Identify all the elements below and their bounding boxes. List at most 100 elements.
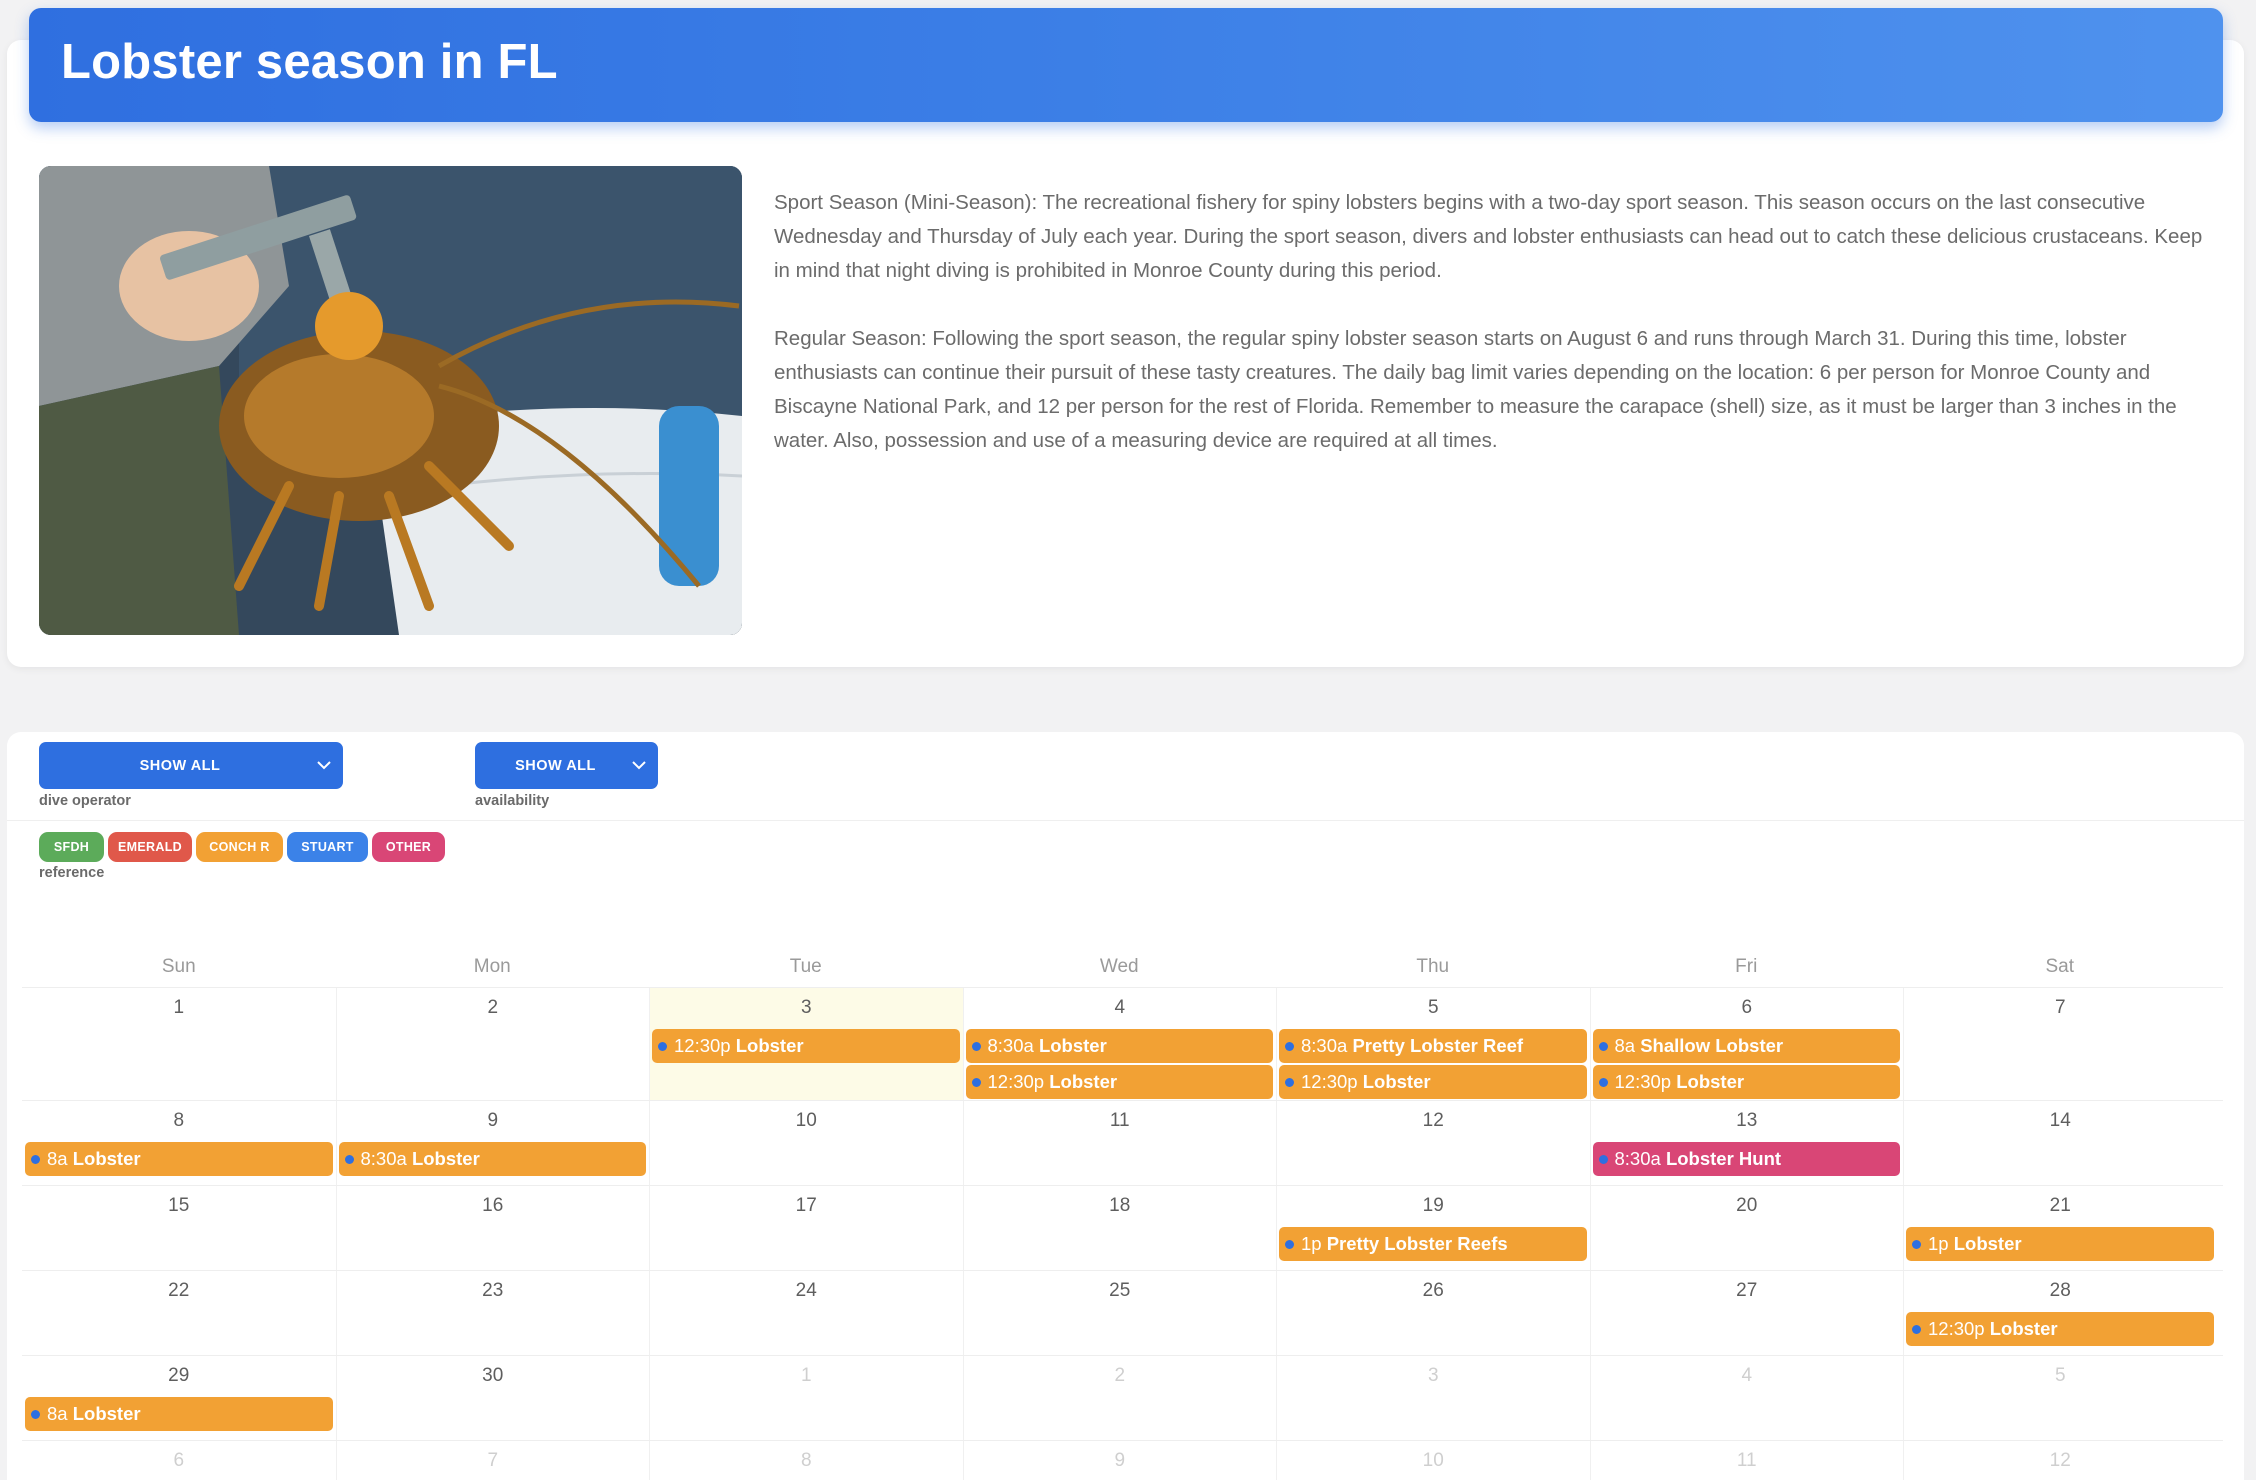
chevron-down-icon xyxy=(317,761,331,770)
day-cell[interactable]: 26 xyxy=(1276,1271,1590,1356)
event-title: Lobster xyxy=(1038,1035,1107,1056)
calendar-event[interactable]: 1p Pretty Lobster Reefs xyxy=(1279,1227,1587,1261)
day-cell[interactable]: 11 xyxy=(1589,1441,1904,1480)
day-cell[interactable]: 2 xyxy=(962,1356,1277,1441)
day-cell[interactable]: 9 xyxy=(962,1441,1277,1480)
day-cell[interactable]: 7 xyxy=(335,1441,650,1480)
day-cell[interactable]: 10 xyxy=(649,1101,963,1186)
day-cell[interactable]: 23 xyxy=(335,1271,650,1356)
event-time: 12:30p xyxy=(1614,1071,1672,1092)
day-cell[interactable]: 14 xyxy=(1903,1101,2217,1186)
week-row: 22 23 24 25 26 27 28 12:30p Lobster xyxy=(22,1270,2223,1356)
day-number: 27 xyxy=(1736,1280,1758,1301)
day-number: 18 xyxy=(1109,1195,1131,1216)
calendar-event[interactable]: 8:30a Lobster xyxy=(338,1142,646,1176)
calendar-event[interactable]: 8:30a Pretty Lobster Reef xyxy=(1279,1029,1587,1063)
day-number: 16 xyxy=(482,1195,504,1216)
day-cell[interactable]: 3 xyxy=(1276,1356,1590,1441)
calendar-event[interactable]: 8:30a Lobster Hunt xyxy=(1592,1142,1900,1176)
day-cell[interactable]: 2 xyxy=(335,988,650,1101)
calendar-event[interactable]: 12:30p Lobster xyxy=(652,1029,960,1063)
availability-select[interactable]: SHOW ALL xyxy=(475,742,658,789)
lobster-photo xyxy=(39,166,742,635)
calendar-event[interactable]: 12:30p Lobster xyxy=(1279,1065,1587,1099)
day-number: 8 xyxy=(173,1110,185,1131)
day-cell[interactable]: 8 xyxy=(649,1441,963,1480)
event-title: Lobster xyxy=(1953,1233,2022,1254)
day-cell[interactable]: 10 xyxy=(1276,1441,1590,1480)
day-number: 7 xyxy=(2054,997,2066,1018)
event-time: 12:30p xyxy=(987,1071,1045,1092)
day-cell[interactable]: 17 xyxy=(649,1186,963,1271)
day-cell[interactable]: 1 xyxy=(649,1356,963,1441)
day-cell[interactable]: 7 xyxy=(1903,988,2217,1101)
day-cell[interactable]: 18 xyxy=(962,1186,1277,1271)
event-time: 8:30a xyxy=(1301,1035,1348,1056)
day-cell[interactable]: 5 xyxy=(1903,1356,2217,1441)
day-number: 20 xyxy=(1736,1195,1758,1216)
day-cell[interactable]: 20 xyxy=(1589,1186,1904,1271)
reference-chip-conch-r[interactable]: CONCH R xyxy=(196,832,283,862)
reference-chip-stuart[interactable]: STUART xyxy=(287,832,368,862)
day-number: 19 xyxy=(1422,1195,1444,1216)
calendar-event[interactable]: 8:30a Lobster xyxy=(965,1029,1273,1063)
event-title: Pretty Lobster Reefs xyxy=(1326,1233,1508,1254)
dive-operator-label: dive operator xyxy=(39,793,131,809)
day-number: 10 xyxy=(1422,1450,1444,1471)
event-time: 12:30p xyxy=(1928,1318,1985,1339)
day-number: 13 xyxy=(1736,1110,1758,1131)
event-title: Lobster xyxy=(1049,1071,1118,1092)
day-number: 5 xyxy=(2054,1365,2066,1386)
calendar-event[interactable]: 8a Lobster xyxy=(25,1142,333,1176)
day-number: 14 xyxy=(2049,1110,2071,1131)
calendar-grid: Sun Mon Tue Wed Thu Fri Sat 1 2 3 4 5 6 7 12:30p Lobs… xyxy=(22,955,2223,1480)
calendar-event[interactable]: 12:30p Lobster xyxy=(965,1065,1273,1099)
week-row: 15 16 17 18 19 20 21 1p Pretty Lobster Reefs 1p … xyxy=(22,1185,2223,1271)
day-cell[interactable]: 27 xyxy=(1589,1271,1904,1356)
day-number: 7 xyxy=(487,1450,499,1471)
weekday-thu: Thu xyxy=(1416,956,1450,977)
day-cell[interactable]: 6 xyxy=(22,1441,336,1480)
day-number: 23 xyxy=(482,1280,504,1301)
event-time: 12:30p xyxy=(674,1035,731,1056)
event-time: 8:30a xyxy=(987,1035,1034,1056)
calendar-event[interactable]: 12:30p Lobster xyxy=(1906,1312,2214,1346)
event-time: 8a xyxy=(47,1403,68,1424)
day-cell[interactable]: 24 xyxy=(649,1271,963,1356)
calendar-event[interactable]: 1p Lobster xyxy=(1906,1227,2214,1261)
day-cell[interactable]: 11 xyxy=(962,1101,1277,1186)
day-cell[interactable]: 22 xyxy=(22,1271,336,1356)
calendar-event[interactable]: 8a Lobster xyxy=(25,1397,333,1431)
day-cell[interactable]: 12 xyxy=(1903,1441,2217,1480)
day-number: 24 xyxy=(795,1280,817,1301)
event-title: Lobster xyxy=(1676,1071,1745,1092)
day-number: 12 xyxy=(1422,1110,1444,1131)
day-cell[interactable]: 15 xyxy=(22,1186,336,1271)
day-cell[interactable]: 4 xyxy=(1589,1356,1904,1441)
day-number: 3 xyxy=(800,997,812,1018)
event-title: Lobster xyxy=(72,1148,141,1169)
calendar-event[interactable]: 8a Shallow Lobster xyxy=(1592,1029,1900,1063)
reference-chip-sfdh[interactable]: SFDH xyxy=(39,832,104,862)
reference-chip-emerald[interactable]: EMERALD xyxy=(108,832,192,862)
day-cell[interactable]: 16 xyxy=(335,1186,650,1271)
day-number: 3 xyxy=(1427,1365,1439,1386)
week-row: 6 7 8 9 10 11 12 xyxy=(22,1440,2223,1480)
day-cell[interactable]: 30 xyxy=(335,1356,650,1441)
week-row: 29 30 1 2 3 4 5 8a Lobster xyxy=(22,1355,2223,1441)
day-cell[interactable]: 1 xyxy=(22,988,336,1101)
season-description: Sport Season (Mini-Season): The recreati… xyxy=(774,186,2214,458)
calendar-event[interactable]: 12:30p Lobster xyxy=(1592,1065,1900,1099)
event-time: 8a xyxy=(47,1148,68,1169)
day-number: 15 xyxy=(168,1195,190,1216)
reference-chip-other[interactable]: OTHER xyxy=(372,832,445,862)
event-time: 12:30p xyxy=(1301,1071,1358,1092)
event-title: Shallow Lobster xyxy=(1640,1035,1784,1056)
day-number: 11 xyxy=(1109,1110,1130,1131)
weekday-tue: Tue xyxy=(789,956,822,977)
day-cell[interactable]: 25 xyxy=(962,1271,1277,1356)
event-title: Lobster xyxy=(1989,1318,2058,1339)
availability-value: SHOW ALL xyxy=(515,757,596,774)
day-cell[interactable]: 12 xyxy=(1276,1101,1590,1186)
dive-operator-select[interactable]: SHOW ALL xyxy=(39,742,343,789)
